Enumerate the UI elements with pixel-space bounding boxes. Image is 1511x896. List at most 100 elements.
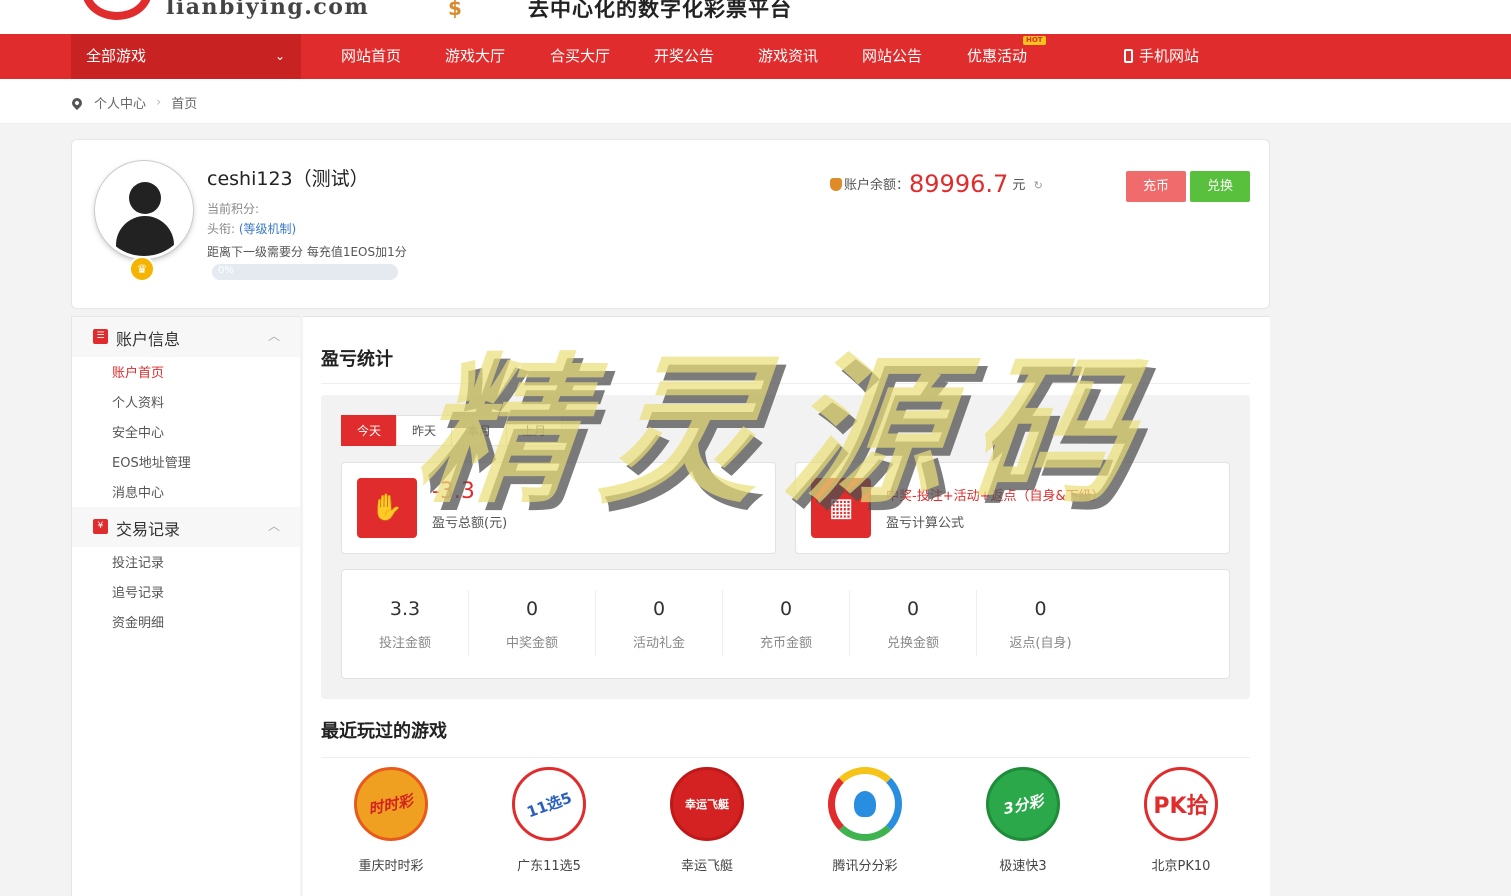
sidebar-item-account-home[interactable]: 账户首页	[112, 362, 164, 381]
money-bag-icon	[830, 178, 842, 191]
game-tx-ffc[interactable]: 腾讯分分彩	[795, 767, 935, 874]
sidebar-group-transactions[interactable]: ¥ 交易记录 ︿	[72, 507, 300, 547]
game-logo: 3分彩	[986, 767, 1060, 841]
sidebar-item-profile[interactable]: 个人资料	[112, 392, 164, 411]
tab-this-month[interactable]: 本月	[451, 415, 507, 446]
sidebar-item-security[interactable]: 安全中心	[112, 422, 164, 441]
game-logo	[828, 767, 902, 841]
balance-label: 账户余额：	[844, 178, 910, 193]
breadcrumb-bar: 个人中心 › 首页	[0, 79, 1511, 124]
game-logo: 幸运飞艇	[670, 767, 744, 841]
recent-games-title: 最近玩过的游戏	[321, 721, 447, 742]
game-logo: PK拾	[1144, 767, 1218, 841]
game-name: 幸运飞艇	[680, 859, 733, 874]
game-logo-text: 幸运飞艇	[685, 798, 729, 811]
nav-group-buy[interactable]: 合买大厅	[550, 34, 610, 79]
sidebar-item-chase-records[interactable]: 追号记录	[112, 582, 164, 601]
nav-game-hall[interactable]: 游戏大厅	[445, 34, 505, 79]
chevron-down-icon: ⌄	[274, 49, 285, 63]
balance: 账户余额：89996.7 元 ↻	[830, 170, 1043, 198]
sidebar-item-bet-records[interactable]: 投注记录	[112, 552, 164, 571]
profit-formula-box: ▦ 中奖-投注+活动+返点（自身&下级） 盈亏计算公式	[795, 462, 1230, 554]
site-slogan: 去中心化的数字化彩票平台	[528, 0, 792, 21]
sidebar-group-account[interactable]: ☰ 账户信息 ︿	[72, 317, 300, 357]
nav-home[interactable]: 网站首页	[341, 34, 401, 79]
main-nav: 全部游戏 ⌄ 网站首页 游戏大厅 合买大厅 开奖公告 游戏资讯 网站公告 优惠活…	[0, 34, 1511, 79]
next-level-text: 距离下一级需要分 每充值1EOS加1分	[207, 245, 407, 259]
stat-label: 兑换金额	[886, 636, 939, 651]
tab-today[interactable]: 今天	[341, 415, 397, 446]
stat-deposit-amount: 0 充币金额	[723, 590, 850, 656]
stat-value: 3.3	[389, 598, 421, 620]
stats-title: 盈亏统计	[321, 349, 393, 370]
tab-yesterday[interactable]: 昨天	[396, 415, 452, 446]
avatar[interactable]	[95, 161, 193, 259]
stat-label: 返点(自身)	[1009, 636, 1072, 651]
stat-label: 投注金额	[378, 636, 431, 651]
all-games-dropdown[interactable]: 全部游戏 ⌄	[71, 34, 301, 79]
profit-formula: 中奖-投注+活动+返点（自身&下级）	[886, 489, 1105, 504]
game-lucky-boat[interactable]: 幸运飞艇 幸运飞艇	[637, 767, 777, 874]
nav-promotions[interactable]: 优惠活动 HOT	[967, 34, 1046, 79]
stat-label: 充币金额	[759, 636, 812, 651]
tab-last-month[interactable]: 上月	[506, 415, 562, 446]
stat-label: 中奖金额	[505, 636, 558, 651]
stat-rebate-self: 0 返点(自身)	[977, 590, 1104, 656]
nav-mobile[interactable]: 手机网站	[1124, 34, 1199, 79]
game-bj-pk10[interactable]: PK拾 北京PK10	[1111, 767, 1251, 874]
site-header: lianbiying.com $ 去中心化的数字化彩票平台	[0, 0, 1511, 34]
level-mechanism-link[interactable]: (等级机制)	[239, 222, 296, 236]
hand-money-icon: ✋	[357, 478, 417, 538]
profit-total-label: 盈亏总额(元)	[432, 516, 508, 531]
stat-activity-bonus: 0 活动礼金	[596, 590, 723, 656]
refresh-icon[interactable]: ↻	[1034, 179, 1043, 192]
site-domain: lianbiying.com	[166, 0, 370, 20]
game-name: 腾讯分分彩	[832, 859, 898, 874]
stat-exchange-amount: 0 兑换金额	[850, 590, 977, 656]
game-logo-text: 时时彩	[367, 791, 415, 818]
sidebar-item-messages[interactable]: 消息中心	[112, 482, 164, 501]
exchange-button[interactable]: 兑换	[1190, 171, 1250, 202]
profit-formula-label: 盈亏计算公式	[886, 516, 965, 531]
stat-value: 0	[1034, 598, 1047, 620]
breadcrumb-item-home: 首页	[171, 97, 198, 112]
game-logo-text: 11选5	[524, 788, 575, 821]
period-tabs: 今天 昨天 本月 上月	[341, 415, 562, 446]
level-progress-bar: 0%	[212, 264, 398, 280]
stats-numbers: 3.3 投注金额 0 中奖金额 0 活动礼金 0 充币金额 0 兑换金额 0 返…	[341, 569, 1230, 679]
level-percent: 0%	[218, 265, 234, 276]
chevron-up-icon: ︿	[267, 329, 280, 343]
nav-draw-notice[interactable]: 开奖公告	[654, 34, 714, 79]
avatar-body	[116, 216, 174, 256]
game-js-k3[interactable]: 3分彩 极速快3	[953, 767, 1093, 874]
stat-value: 0	[652, 598, 666, 620]
breadcrumb-item-center[interactable]: 个人中心	[94, 93, 146, 112]
sidebar-item-eos-address[interactable]: EOS地址管理	[112, 452, 191, 471]
breadcrumb: 个人中心 › 首页	[69, 93, 198, 112]
avatar-head	[129, 182, 161, 214]
game-logo: 时时彩	[354, 767, 428, 841]
game-logo-text: PK拾	[1153, 794, 1209, 819]
stats-panel: 今天 昨天 本月 上月 ✋ -3.3 盈亏总额(元) ▦ 中奖-投注+活动+返点…	[321, 395, 1250, 699]
game-name: 广东11选5	[517, 859, 581, 874]
site-logo[interactable]	[82, 0, 152, 20]
nav-game-news[interactable]: 游戏资讯	[758, 34, 818, 79]
charge-button[interactable]: 充币	[1126, 171, 1186, 202]
game-logo-text: 3分彩	[1001, 791, 1045, 818]
stat-value: 0	[779, 598, 793, 620]
username: ceshi123（测试）	[207, 168, 369, 190]
phone-icon	[1124, 49, 1133, 63]
sidebar-item-fund-details[interactable]: 资金明细	[112, 612, 164, 631]
nav-site-notice[interactable]: 网站公告	[862, 34, 922, 79]
list-icon: ☰	[93, 329, 108, 344]
game-gd-11x5[interactable]: 11选5 广东11选5	[479, 767, 619, 874]
hot-badge: HOT	[1023, 36, 1046, 45]
stat-bet-amount: 3.3 投注金额	[342, 590, 469, 656]
logo-mark: $	[448, 0, 462, 20]
game-cq-ssc[interactable]: 时时彩 重庆时时彩	[321, 767, 461, 874]
points-label: 当前积分:	[207, 202, 260, 216]
chevron-right-icon: ›	[156, 95, 162, 110]
chevron-up-icon: ︿	[267, 519, 280, 533]
nav-promotions-label: 优惠活动	[967, 47, 1028, 65]
stat-win-amount: 0 中奖金额	[469, 590, 596, 656]
